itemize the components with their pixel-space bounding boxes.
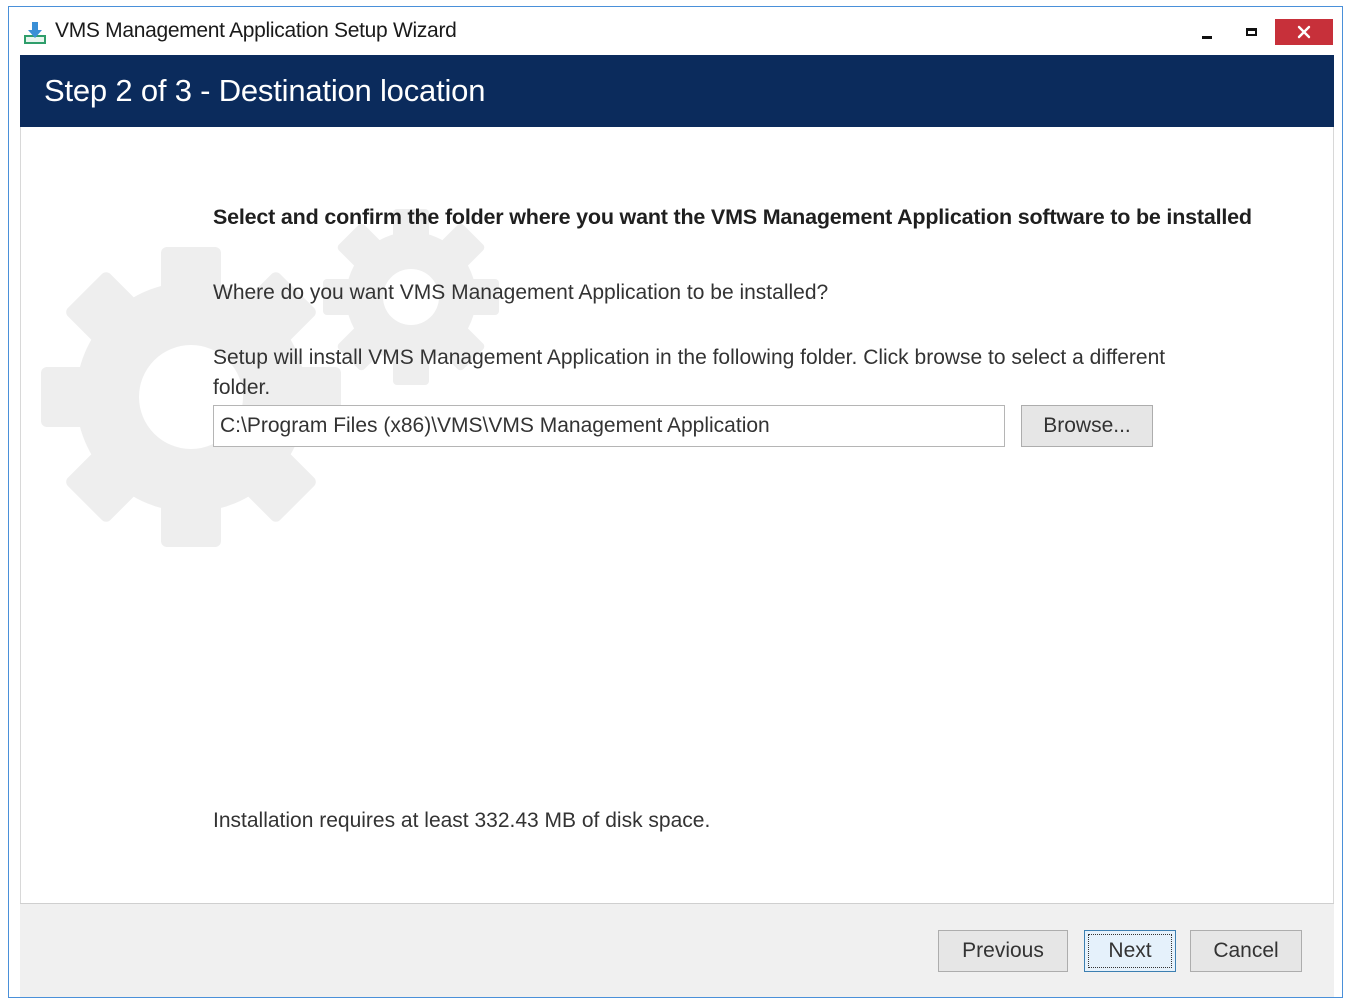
next-button[interactable]: Next [1084,930,1176,972]
maximize-icon [1245,28,1257,36]
wizard-footer: Previous Next Cancel [20,903,1334,997]
step-title: Step 2 of 3 - Destination location [44,73,486,108]
install-info: Setup will install VMS Management Applic… [213,346,1166,399]
disk-space-note: Installation requires at least 332.43 MB… [213,809,711,832]
close-icon [1297,25,1311,39]
install-question: Where do you want VMS Management Applica… [213,281,829,304]
wizard-content: Select and confirm the folder where you … [20,127,1334,903]
focus-ring [1088,934,1172,968]
previous-button[interactable]: Previous [938,930,1068,972]
instruction-heading: Select and confirm the folder where you … [213,205,1252,229]
window-title: VMS Management Application Setup Wizard [55,19,457,42]
title-bar: VMS Management Application Setup Wizard [9,7,1342,55]
minimize-button[interactable] [1185,19,1229,45]
setup-wizard-window: VMS Management Application Setup Wizard … [8,6,1343,998]
minimize-icon [1202,35,1212,39]
installer-icon [24,22,46,44]
browse-button[interactable]: Browse... [1021,405,1153,447]
cancel-button[interactable]: Cancel [1190,930,1302,972]
close-button[interactable] [1275,19,1333,45]
step-header: Step 2 of 3 - Destination location [20,55,1334,127]
install-path-input[interactable] [213,405,1005,447]
maximize-button[interactable] [1229,19,1273,45]
